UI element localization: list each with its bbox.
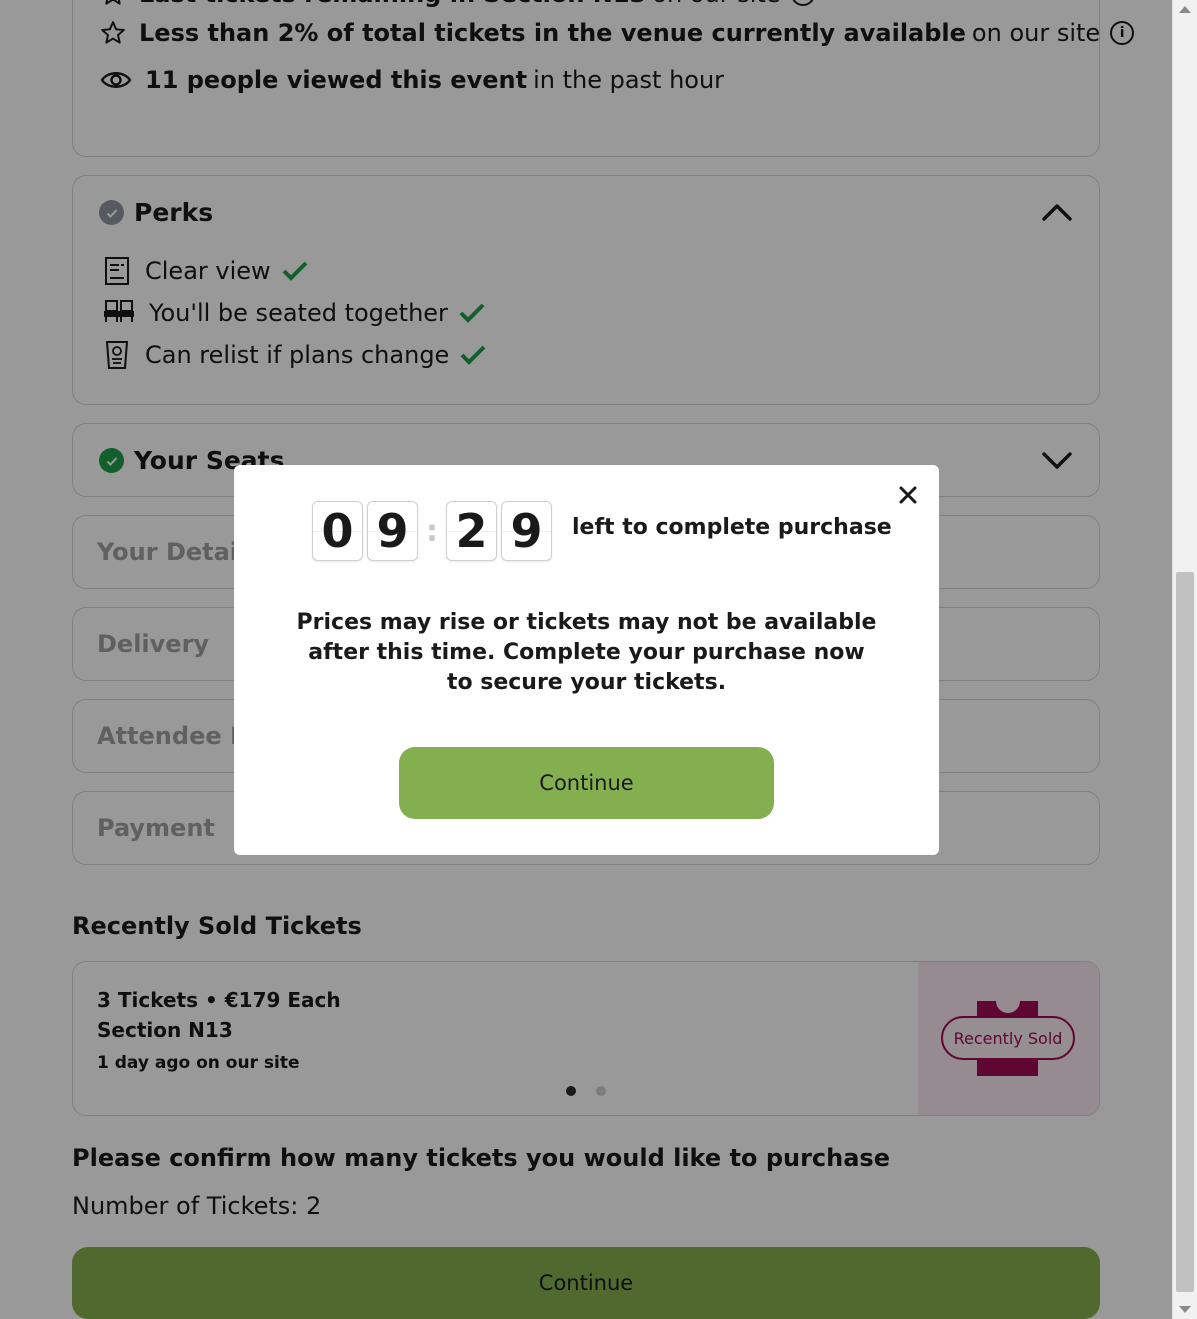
scroll-down-arrow-icon[interactable]: [1179, 1306, 1191, 1313]
timer-digit-sec-tens: 2: [446, 501, 497, 561]
timer-modal: 0 9 : 2 9 left to complete purchase Pric…: [234, 465, 939, 855]
countdown-timer: 0 9 : 2 9: [312, 501, 556, 561]
modal-message: Prices may rise or tickets may not be av…: [296, 610, 877, 695]
timer-digit-min-ones: 9: [367, 501, 418, 561]
scrollbar-thumb[interactable]: [1176, 572, 1194, 1292]
timer-digit-sec-ones: 9: [501, 501, 552, 561]
timer-colon: :: [426, 513, 438, 549]
timer-digit-min-tens: 0: [312, 501, 363, 561]
timer-label: left to complete purchase: [572, 515, 892, 540]
close-icon[interactable]: [896, 483, 920, 507]
scroll-up-arrow-icon[interactable]: [1179, 6, 1191, 13]
page-scrollbar[interactable]: [1172, 0, 1197, 1319]
modal-continue-button[interactable]: Continue: [399, 747, 774, 819]
